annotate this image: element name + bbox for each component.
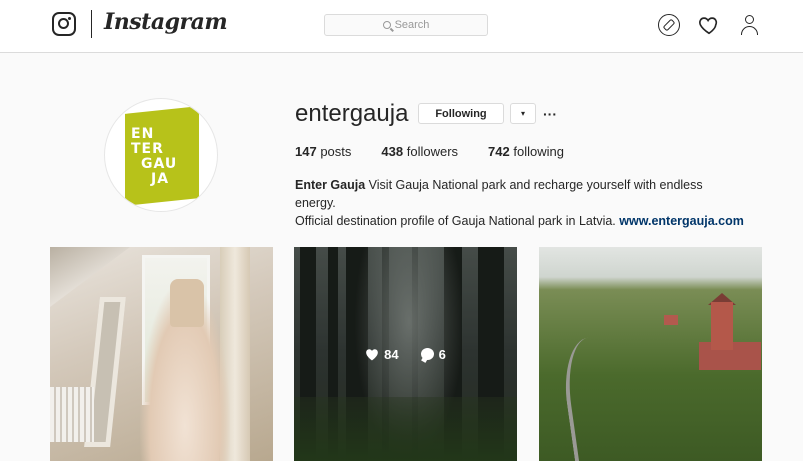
instagram-logo-icon[interactable]: [52, 12, 76, 36]
compass-icon[interactable]: [658, 14, 680, 36]
posts-stat: 147 posts: [295, 144, 352, 159]
comment-bubble-icon: [420, 348, 434, 360]
logo-divider: [91, 10, 92, 38]
following-stat[interactable]: 742 following: [488, 144, 564, 159]
instagram-wordmark[interactable]: Instagram: [104, 9, 228, 35]
search-placeholder: Search: [394, 19, 430, 31]
search-icon: [382, 21, 391, 29]
bio-name: Enter Gauja: [295, 178, 366, 192]
more-options-button[interactable]: ···: [541, 103, 559, 124]
followers-stat[interactable]: 438 followers: [381, 144, 458, 159]
top-nav: Instagram Search: [0, 0, 803, 53]
post-thumbnail-1[interactable]: [50, 247, 273, 461]
heart-icon[interactable]: [698, 14, 720, 36]
search-input[interactable]: Search: [324, 14, 488, 36]
post-hover-overlay: 84 6: [294, 247, 517, 461]
avatar-logo-text: EN TER GAU JA: [131, 126, 178, 187]
bio-line2: Official destination profile of Gauja Na…: [295, 214, 616, 228]
avatar[interactable]: EN TER GAU JA: [104, 98, 218, 212]
profile-username: entergauja: [295, 100, 409, 127]
likes-count: 84: [365, 347, 399, 362]
person-icon[interactable]: [739, 14, 761, 36]
profile-stats: 147 posts 438 followers 742 following: [295, 144, 594, 159]
suggestions-dropdown-button[interactable]: ▾: [510, 103, 536, 124]
profile-bio: Enter Gauja Visit Gauja National park an…: [295, 176, 745, 230]
following-button[interactable]: Following: [418, 103, 504, 124]
comments-count: 6: [420, 347, 446, 362]
post-thumbnail-2[interactable]: 84 6: [294, 247, 517, 461]
heart-filled-icon: [366, 348, 378, 360]
bio-website-link[interactable]: www.entergauja.com: [619, 214, 744, 228]
post-thumbnail-3[interactable]: [539, 247, 762, 461]
